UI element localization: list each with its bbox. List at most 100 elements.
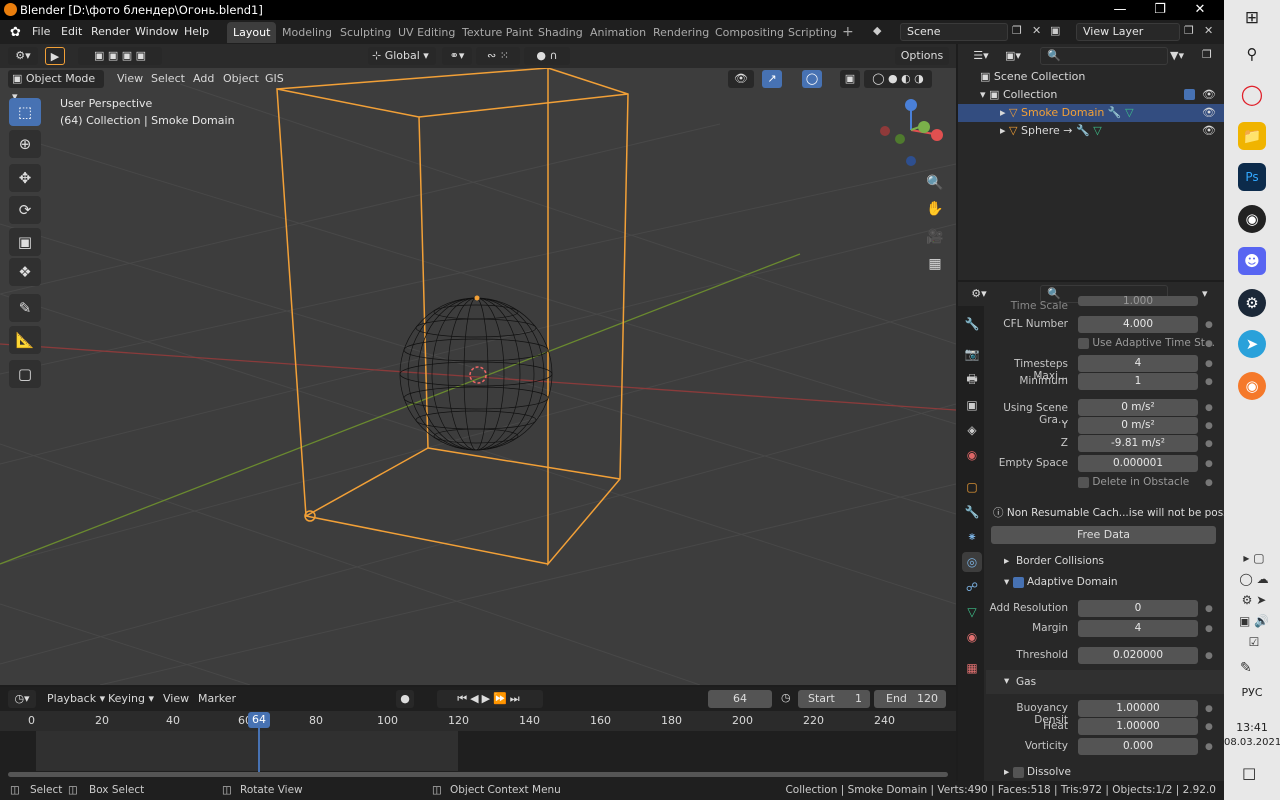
start-frame-field[interactable]: Start 1 [798,690,870,708]
notifications-icon[interactable]: □ [1242,764,1256,782]
close-button[interactable]: ✕ [1180,0,1220,20]
record-icon[interactable]: ● [396,690,414,708]
overlays-icon[interactable]: ◯ [802,70,822,88]
remove-scene-icon[interactable]: ✕ [1032,24,1041,37]
render-tab-icon[interactable]: 📷 [962,344,982,364]
expand-icon[interactable]: ▸ [1000,124,1006,137]
menu-view[interactable]: View [117,72,143,85]
scene-tab-icon[interactable]: ◈ [962,420,982,440]
properties-menu-icon[interactable]: ▾ [1202,287,1208,300]
menu-select[interactable]: Select [151,72,185,85]
dissolve-checkbox[interactable] [1012,766,1024,778]
editor-type-button[interactable]: ⚙▾ [8,47,38,65]
margin-field[interactable]: 4 [1078,620,1198,637]
object-tab-icon[interactable]: ▢ [962,477,982,497]
timeline-editor-icon[interactable]: ◷▾ [8,690,36,708]
heat-field[interactable]: 1.00000 [1078,718,1198,735]
obs-icon[interactable]: ◉ [1238,205,1266,233]
options-dropdown[interactable]: Options [895,47,949,65]
material-tab-icon[interactable]: ◉ [962,627,982,647]
pivot-icon[interactable]: ⚭▾ [442,47,472,65]
timesteps-field[interactable]: 4 [1078,355,1198,372]
current-frame-field[interactable]: 64 [708,690,772,708]
physics-tab-icon[interactable]: ◎ [962,552,982,572]
frame-ruler[interactable]: 0 20 40 60 80 100 120 140 160 180 200 22… [0,711,956,731]
steam-icon[interactable]: ⚙ [1238,289,1266,317]
menu-help[interactable]: Help [184,25,209,38]
sphere-wireframe[interactable] [399,297,553,451]
search-icon[interactable]: ⚲ [1238,40,1266,68]
shading-modes[interactable]: ◯ ● ◐ ◑ [864,70,932,88]
delete-obstacle-checkbox[interactable]: Delete in Obstacle [1078,476,1189,488]
menu-edit[interactable]: Edit [61,25,82,38]
view-layer-tab-icon[interactable]: ▣ [962,395,982,415]
select-mode-buttons[interactable]: ▣ ▣ ▣ ▣ [78,47,162,65]
new-view-layer-icon[interactable]: ❐ [1184,24,1194,37]
rotate-icon[interactable]: ⟳ [9,196,41,224]
keying-menu[interactable]: Keying ▾ [108,692,154,705]
pan-hand-icon[interactable]: ✋ [924,198,946,220]
adaptive-domain-checkbox[interactable] [1012,576,1024,588]
tab-layout[interactable]: Layout [227,22,277,43]
clock-date[interactable]: 08.03.2021 [1224,737,1280,748]
opera-icon[interactable]: ◯ [1238,80,1266,108]
world-tab-icon[interactable]: ◉ [962,445,982,465]
measure-icon[interactable]: 📐 [9,326,41,354]
tab-sculpting[interactable]: Sculpting [334,22,397,43]
outliner-item-smoke-domain[interactable]: ▸ ▽ Smoke Domain 🔧 ▽ 👁 [958,104,1224,122]
system-tray-icons[interactable]: ▸ ▢ ◯ ☁ ⚙ ➤ ▣ 🔊 ☑ [1230,548,1278,653]
output-tab-icon[interactable]: 🖶 [962,369,982,389]
photoshop-icon[interactable]: Ps [1238,163,1266,191]
minimum-field[interactable]: 1 [1078,373,1198,390]
menu-render[interactable]: Render [91,25,130,38]
pen-icon[interactable]: ✎ [1240,660,1252,676]
buoyancy-field[interactable]: 1.00000 [1078,700,1198,717]
texture-tab-icon[interactable]: ▦ [962,658,982,678]
border-collisions-panel[interactable]: ▸ Border Collisions [1004,555,1104,567]
tool-tab-icon[interactable]: 🔧 [962,314,982,334]
3d-viewport[interactable] [0,44,956,685]
playback-controls[interactable]: ⏮◀▶⏩⏭ [437,690,543,708]
orientation-dropdown[interactable]: ⊹ Global ▾ [368,47,436,65]
menu-add[interactable]: Add [193,72,214,85]
free-data-button[interactable]: Free Data [991,526,1216,544]
cfl-field[interactable]: 4.000 [1078,316,1198,333]
add-cube-icon[interactable]: ▢ [9,360,41,388]
telegram-icon[interactable]: ➤ [1238,330,1266,358]
zoom-icon[interactable]: 🔍 [924,172,946,194]
outliner-collection[interactable]: ▾ ▣ Collection 👁 [958,86,1224,104]
move-icon[interactable]: ✥ [9,164,41,192]
view-layer-selector[interactable]: View Layer [1076,23,1180,41]
timeline-view-menu[interactable]: View [163,692,189,705]
expand-icon[interactable]: ▸ [1000,106,1006,119]
playhead[interactable]: 64 [248,712,270,728]
navigation-gizmo[interactable] [876,96,946,171]
xray-icon[interactable]: ▣ [840,70,860,88]
grid-view-icon[interactable]: ▦ [924,253,946,275]
threshold-field[interactable]: 0.020000 [1078,647,1198,664]
keyboard-language[interactable]: РУС [1224,686,1280,699]
tab-rendering[interactable]: Rendering [647,22,715,43]
gravity-x-field[interactable]: 0 m/s² [1078,399,1198,416]
scale-icon[interactable]: ▣ [9,228,41,256]
filter-icon[interactable]: ▼▾ [1170,49,1184,62]
marker-menu[interactable]: Marker [198,692,236,705]
blender-menu-icon[interactable]: ✿ [10,25,21,40]
adaptive-domain-panel[interactable]: ▾ Adaptive Domain [1004,576,1118,588]
proportional-edit-icon[interactable]: ● ∩ [524,47,570,65]
maximize-button[interactable]: ❐ [1140,0,1180,20]
particles-tab-icon[interactable]: ⁕ [962,527,982,547]
menu-window[interactable]: Window [135,25,178,38]
new-collection-icon[interactable]: ❐ [1202,48,1212,61]
tab-shading[interactable]: Shading [532,22,589,43]
eye-icon[interactable]: 👁 [1202,122,1216,140]
windows-start-icon[interactable]: ⊞ [1238,4,1266,32]
camera-icon[interactable]: 🎥 [924,226,946,248]
display-mode-icon[interactable]: ▣▾ [1000,47,1026,65]
cursor-icon[interactable]: ⊕ [9,130,41,158]
select-box-icon[interactable]: ⬚ [9,98,41,126]
playback-menu[interactable]: Playback ▾ [47,692,105,705]
scene-selector[interactable]: Scene [900,23,1008,41]
tab-scripting[interactable]: Scripting [782,22,843,43]
tab-compositing[interactable]: Compositing [709,22,790,43]
